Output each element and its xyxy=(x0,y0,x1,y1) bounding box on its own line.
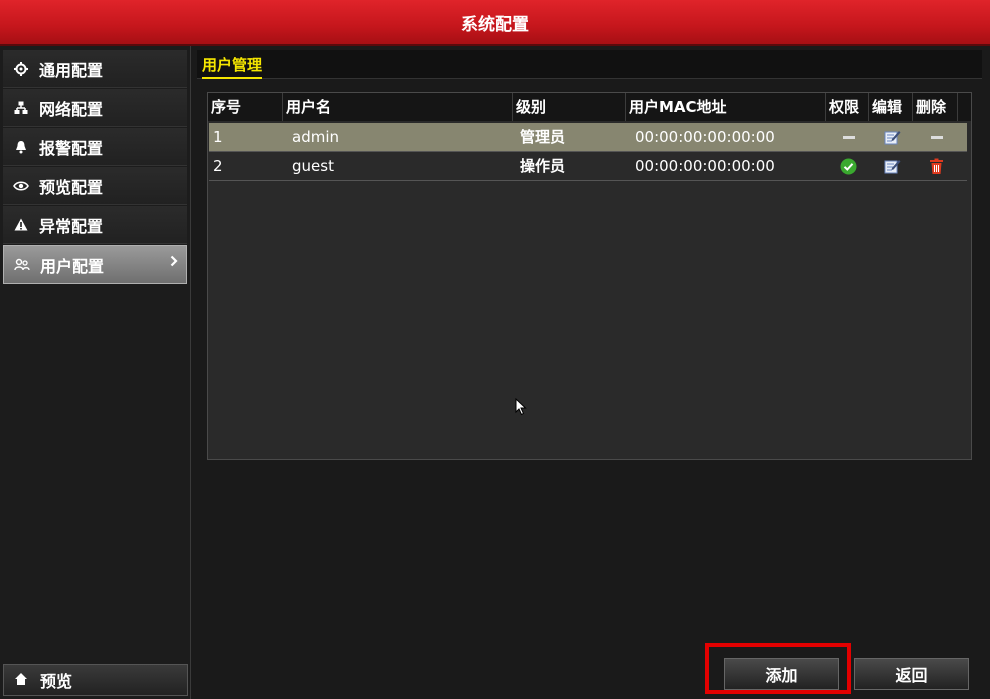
cell-level: 操作员 xyxy=(520,157,566,175)
cell-mac: 00:00:00:00:00:00 xyxy=(635,128,775,146)
cell-mac: 00:00:00:00:00:00 xyxy=(635,157,775,175)
table-row[interactable]: 2 guest 操作员 00:00:00:00:00:00 xyxy=(209,152,967,181)
sidebar-item-label: 网络配置 xyxy=(39,99,104,119)
column-header-level: 级别 xyxy=(513,93,626,121)
sidebar-item-network[interactable]: 网络配置 xyxy=(3,89,187,127)
window-title-bar: 系统配置 xyxy=(0,0,990,46)
sidebar-item-user[interactable]: 用户配置 xyxy=(3,245,187,284)
cell-index: 1 xyxy=(213,128,223,146)
cell-level: 管理员 xyxy=(520,128,566,146)
gear-icon xyxy=(13,61,29,77)
tab-user-management[interactable]: 用户管理 xyxy=(202,54,263,79)
cell-username: guest xyxy=(292,157,334,175)
permission-none-icon xyxy=(827,123,870,151)
preview-button[interactable]: 预览 xyxy=(3,664,188,696)
cell-index: 2 xyxy=(213,157,223,175)
alarm-icon xyxy=(13,139,29,155)
tab-strip: 用户管理 xyxy=(197,50,982,79)
delete-disabled-icon xyxy=(914,123,959,151)
permission-check-icon[interactable] xyxy=(827,152,870,180)
column-header-delete: 删除 xyxy=(913,93,958,121)
table-header: 序号 用户名 级别 用户MAC地址 权限 编辑 删除 xyxy=(208,93,963,121)
sidebar-item-label: 预览配置 xyxy=(39,177,104,197)
column-header-username: 用户名 xyxy=(283,93,513,121)
network-icon xyxy=(13,100,29,116)
sidebar-item-label: 异常配置 xyxy=(39,216,104,236)
back-button[interactable]: 返回 xyxy=(854,658,969,690)
column-header-permission: 权限 xyxy=(826,93,869,121)
sidebar-item-label: 报警配置 xyxy=(39,138,104,158)
chevron-right-icon xyxy=(170,255,178,271)
warning-icon xyxy=(13,217,29,233)
users-icon xyxy=(14,257,30,273)
sidebar-item-preview-config[interactable]: 预览配置 xyxy=(3,167,187,205)
column-header-mac: 用户MAC地址 xyxy=(626,93,826,121)
main-content: 用户管理 序号 用户名 级别 用户MAC地址 权限 编辑 删除 1 admin … xyxy=(197,46,982,699)
edit-icon[interactable] xyxy=(870,152,914,180)
trash-icon[interactable] xyxy=(914,152,959,180)
sidebar: 通用配置 网络配置 报警配置 预览配置 异常配置 用户配置 预览 xyxy=(0,46,191,699)
sidebar-item-general[interactable]: 通用配置 xyxy=(3,50,187,88)
sidebar-item-alarm[interactable]: 报警配置 xyxy=(3,128,187,166)
scrollbar[interactable] xyxy=(963,93,971,121)
user-table: 序号 用户名 级别 用户MAC地址 权限 编辑 删除 1 admin 管理员 0… xyxy=(207,92,972,460)
home-icon xyxy=(14,672,30,688)
column-header-edit: 编辑 xyxy=(869,93,913,121)
cell-username: admin xyxy=(292,128,339,146)
column-header-index: 序号 xyxy=(208,93,283,121)
preview-label: 预览 xyxy=(40,672,73,691)
sidebar-item-exception[interactable]: 异常配置 xyxy=(3,206,187,244)
edit-icon[interactable] xyxy=(870,123,914,151)
sidebar-item-label: 用户配置 xyxy=(40,256,105,276)
highlight-box xyxy=(705,643,851,694)
eye-icon xyxy=(13,178,29,194)
mouse-cursor-icon xyxy=(515,397,527,420)
table-row[interactable]: 1 admin 管理员 00:00:00:00:00:00 xyxy=(209,123,967,152)
window-title: 系统配置 xyxy=(461,14,529,35)
sidebar-item-label: 通用配置 xyxy=(39,60,104,80)
